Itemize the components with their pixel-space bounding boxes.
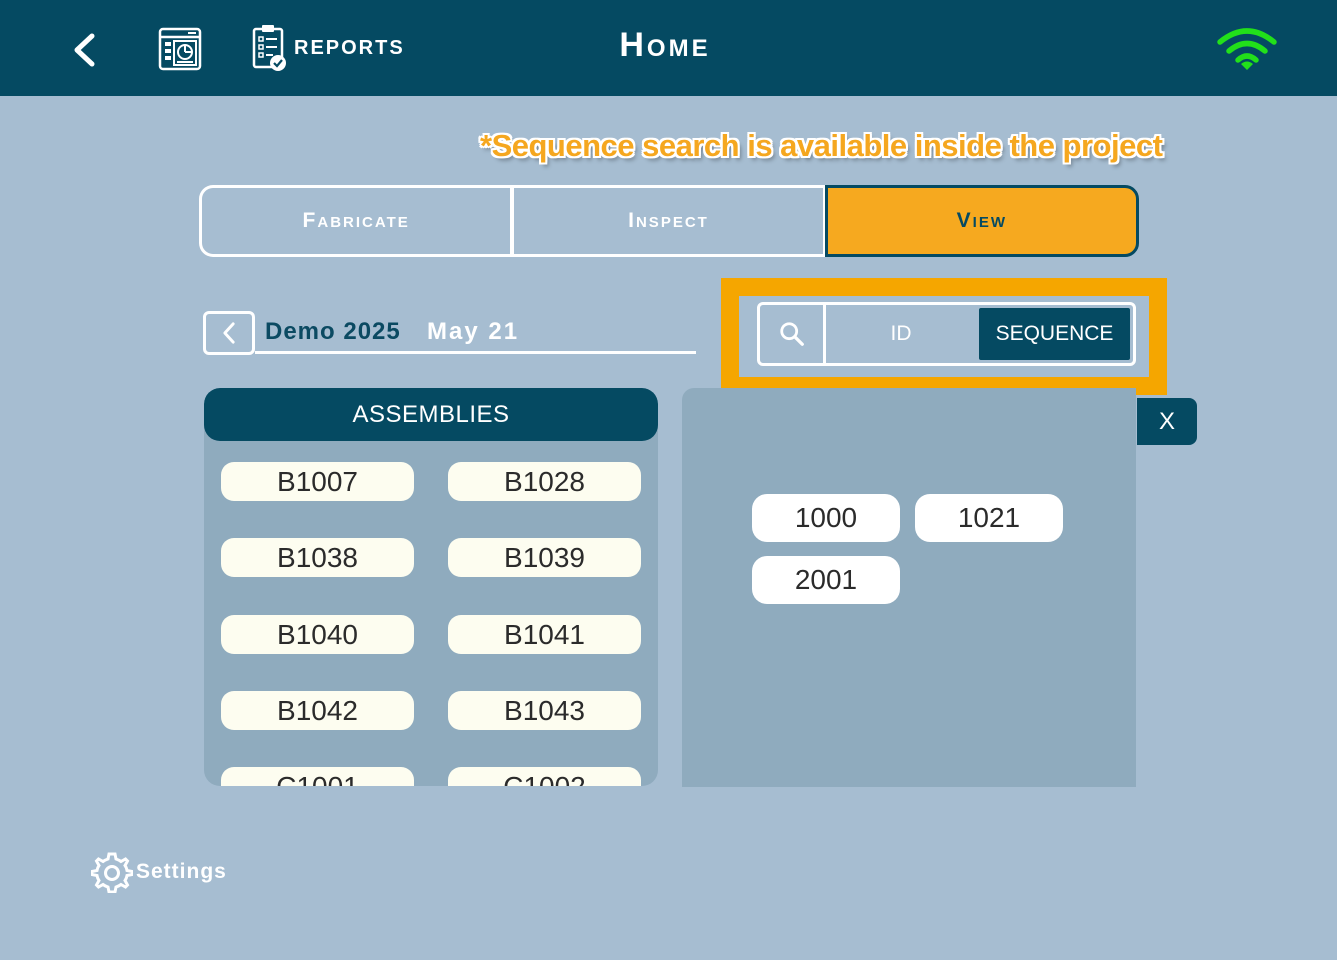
assembly-button[interactable]: B1041 bbox=[448, 615, 641, 654]
assembly-button[interactable]: B1007 bbox=[221, 462, 414, 501]
assemblies-header: ASSEMBLIES bbox=[204, 388, 658, 441]
search-type-toggle: ID SEQUENCE bbox=[757, 302, 1136, 366]
mode-tabs: Fabricate Inspect View bbox=[199, 185, 1139, 257]
wifi-icon bbox=[1217, 28, 1277, 70]
sequence-button[interactable]: 2001 bbox=[752, 556, 900, 604]
top-bar: REPORTS Home bbox=[0, 0, 1337, 96]
sequence-search-notice: *Sequence search is available inside the… bbox=[480, 128, 1163, 163]
assemblies-list[interactable]: B1007 B1028 B1038 B1039 B1040 B1041 B104… bbox=[204, 441, 658, 786]
assembly-button[interactable]: B1040 bbox=[221, 615, 414, 654]
assembly-button[interactable]: B1043 bbox=[448, 691, 641, 730]
page-title: Home bbox=[619, 26, 711, 64]
clipboard-check-icon bbox=[252, 25, 286, 71]
dashboard-icon bbox=[158, 27, 202, 71]
search-icon bbox=[779, 322, 804, 346]
assembly-button[interactable]: C1001 bbox=[221, 767, 414, 786]
chevron-left-icon bbox=[223, 322, 235, 344]
reports-button[interactable]: REPORTS bbox=[250, 22, 405, 74]
assembly-button[interactable]: B1028 bbox=[448, 462, 641, 501]
assembly-button[interactable]: B1039 bbox=[448, 538, 641, 577]
project-back-button[interactable] bbox=[203, 311, 255, 355]
sequence-panel: 1000 1021 2001 bbox=[682, 388, 1136, 787]
search-option-id[interactable]: ID bbox=[826, 305, 976, 363]
search-button[interactable] bbox=[760, 305, 826, 363]
sequence-button[interactable]: 1021 bbox=[915, 494, 1063, 542]
tab-view[interactable]: View bbox=[824, 185, 1139, 257]
tab-fabricate[interactable]: Fabricate bbox=[199, 185, 513, 257]
reports-label: REPORTS bbox=[294, 36, 405, 59]
project-date: May 21 bbox=[427, 318, 520, 345]
assembly-button[interactable]: B1038 bbox=[221, 538, 414, 577]
gear-icon bbox=[91, 852, 133, 893]
settings-button[interactable]: Settings bbox=[91, 851, 227, 893]
settings-label: Settings bbox=[136, 860, 227, 883]
search-option-sequence[interactable]: SEQUENCE bbox=[979, 308, 1130, 360]
sequence-button[interactable]: 1000 bbox=[752, 494, 900, 542]
project-name: Demo 2025 bbox=[265, 318, 401, 345]
close-sequence-panel-button[interactable]: X bbox=[1137, 398, 1197, 445]
assembly-button[interactable]: B1042 bbox=[221, 691, 414, 730]
assembly-button[interactable]: C1002 bbox=[448, 767, 641, 786]
tab-inspect[interactable]: Inspect bbox=[512, 185, 825, 257]
project-underline bbox=[255, 351, 696, 354]
assemblies-panel: ASSEMBLIES B1007 B1028 B1038 B1039 B1040… bbox=[204, 388, 658, 786]
chevron-left-icon bbox=[74, 33, 95, 67]
wifi-status bbox=[1216, 28, 1278, 72]
back-button[interactable] bbox=[64, 26, 108, 74]
dashboard-button[interactable] bbox=[156, 26, 204, 72]
